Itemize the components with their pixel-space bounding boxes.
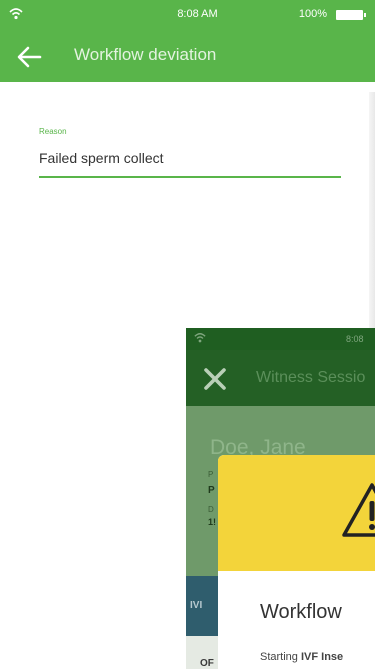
- overlay-wifi-icon: [194, 333, 206, 343]
- app-bar: Workflow deviation: [0, 30, 375, 82]
- warning-icon: [342, 483, 375, 537]
- close-icon[interactable]: [202, 366, 228, 392]
- patient-date-label: D: [208, 505, 214, 514]
- reason-input[interactable]: Failed sperm collect: [39, 150, 164, 166]
- overlay-app-bar: Witness Sessio: [186, 350, 375, 406]
- back-button[interactable]: [14, 42, 44, 72]
- strip-text: IVI: [190, 600, 203, 611]
- patient-field-label: P: [208, 470, 214, 479]
- page-title: Workflow deviation: [74, 45, 217, 64]
- patient-field-value: P: [208, 485, 215, 496]
- battery-icon: [336, 10, 366, 20]
- overlay-title: Witness Sessio: [256, 369, 366, 386]
- dialog-message-bold: IVF Inse: [300, 651, 344, 663]
- overlay-status-bar: 8:08: [186, 328, 375, 350]
- dialog-message-prefix: Starting: [260, 651, 301, 663]
- warning-dialog: Workflow Starting IVF Inse: [218, 455, 375, 669]
- reason-label: Reason: [39, 127, 67, 136]
- status-bar: 8:08 AM 100%: [0, 0, 375, 30]
- reason-underline: [39, 176, 341, 178]
- overlay-status-time: 8:08: [346, 334, 364, 344]
- dialog-title: Workflow: [260, 601, 342, 623]
- dialog-header: [218, 455, 375, 571]
- battery-percent: 100%: [298, 8, 327, 20]
- dialog-message: Starting IVF Inse: [260, 651, 343, 663]
- patient-date-value: 1!: [208, 517, 217, 527]
- bottom-text: OF: [200, 658, 214, 669]
